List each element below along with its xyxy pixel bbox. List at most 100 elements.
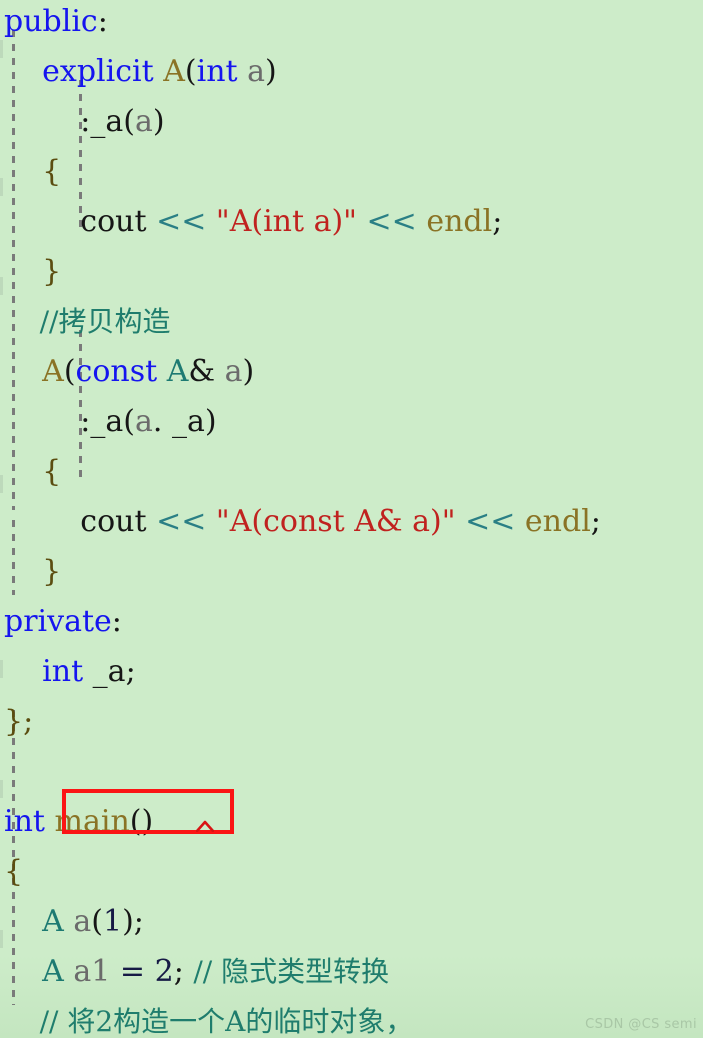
code-line[interactable]: int main() — [4, 797, 703, 847]
code-token: ) — [204, 404, 217, 439]
code-token: << — [366, 204, 417, 239]
code-line[interactable]: :_a(a. _a) — [4, 397, 703, 447]
code-token: ) — [265, 54, 277, 89]
code-token: ( — [63, 354, 76, 389]
code-token: int — [4, 804, 45, 839]
code-token: { — [4, 454, 62, 489]
code-token: } — [4, 554, 62, 589]
gutter-mark-5 — [0, 780, 3, 798]
error-squiggle-icon — [196, 820, 214, 832]
gutter-mark-0 — [0, 40, 3, 58]
code-token: A — [42, 954, 64, 989]
code-token: 1 — [102, 904, 123, 939]
code-line[interactable]: A(const A& a) — [4, 347, 703, 397]
code-token: << — [156, 204, 207, 239]
code-token: ); — [122, 904, 144, 939]
code-token: ; — [590, 504, 601, 539]
code-token: { — [4, 854, 24, 889]
code-token: a — [135, 104, 153, 139]
code-line[interactable]: } — [4, 547, 703, 597]
code-line[interactable]: private: — [4, 597, 703, 647]
code-token: << — [465, 504, 516, 539]
code-line[interactable] — [4, 747, 703, 797]
code-token: : — [111, 604, 122, 639]
code-line[interactable]: A a(1); — [4, 897, 703, 947]
code-token: A — [163, 54, 185, 89]
code-token: :_a — [4, 404, 124, 439]
code-line[interactable]: cout << "A(int a)" << endl; — [4, 197, 703, 247]
code-token: A — [42, 904, 64, 939]
code-token: :_a — [4, 104, 124, 139]
code-token: a — [135, 404, 153, 439]
code-token: A — [42, 354, 64, 389]
code-token: ) — [242, 354, 255, 389]
code-line[interactable]: explicit A(int a) — [4, 47, 703, 97]
code-line[interactable]: public: — [4, 0, 703, 47]
code-token: : — [97, 4, 108, 39]
code-line[interactable]: } — [4, 247, 703, 297]
code-token: endl — [524, 504, 591, 539]
code-token: int — [42, 654, 84, 689]
code-line[interactable]: }; — [4, 697, 703, 747]
code-token: << — [156, 504, 207, 539]
code-token: endl — [426, 204, 493, 239]
code-token: public — [4, 4, 98, 39]
code-token: main — [54, 804, 130, 839]
code-token: //拷贝构造 — [4, 305, 171, 338]
code-token: // 将2构造一个A的临时对象， — [4, 1005, 414, 1038]
code-token: ( — [123, 104, 136, 139]
code-editor-canvas[interactable]: public: explicit A(int a) :_a(a) { cout … — [0, 0, 703, 1038]
code-token: } — [4, 254, 62, 289]
code-line[interactable]: int _a; — [4, 647, 703, 697]
code-token: a — [73, 904, 92, 939]
code-token: a — [224, 354, 243, 389]
code-token: () — [129, 804, 154, 839]
code-token: = — [119, 954, 146, 989]
gutter-mark-3 — [0, 475, 3, 493]
gutter-mark-4 — [0, 660, 3, 678]
code-token: . _a — [152, 404, 205, 439]
code-token: _a; — [83, 654, 136, 689]
code-token: explicit — [42, 54, 154, 89]
code-token: "A(const A& a)" — [215, 504, 456, 539]
code-token: ; — [173, 954, 184, 989]
code-token: & — [188, 354, 225, 389]
code-token: ; — [492, 204, 503, 239]
code-line[interactable]: { — [4, 447, 703, 497]
code-token: ( — [123, 404, 136, 439]
code-token: ) — [152, 104, 165, 139]
code-line[interactable]: //拷贝构造 — [4, 297, 703, 347]
code-token: // 隐式类型转换 — [193, 955, 390, 988]
code-token: a — [247, 54, 266, 89]
code-line[interactable]: cout << "A(const A& a)" << endl; — [4, 497, 703, 547]
code-line[interactable]: { — [4, 847, 703, 897]
code-token: private — [4, 604, 112, 639]
code-line[interactable]: A a1 = 2; // 隐式类型转换 — [4, 947, 703, 997]
code-token: cout — [4, 504, 157, 539]
code-token: int — [196, 54, 238, 89]
code-token: 2 — [154, 954, 174, 989]
code-line[interactable]: :_a(a) — [4, 97, 703, 147]
code-token: { — [4, 154, 62, 189]
code-token: "A(int a)" — [215, 204, 357, 239]
code-token: ( — [184, 54, 197, 89]
gutter-mark-6 — [0, 930, 3, 948]
code-line[interactable]: { — [4, 147, 703, 197]
